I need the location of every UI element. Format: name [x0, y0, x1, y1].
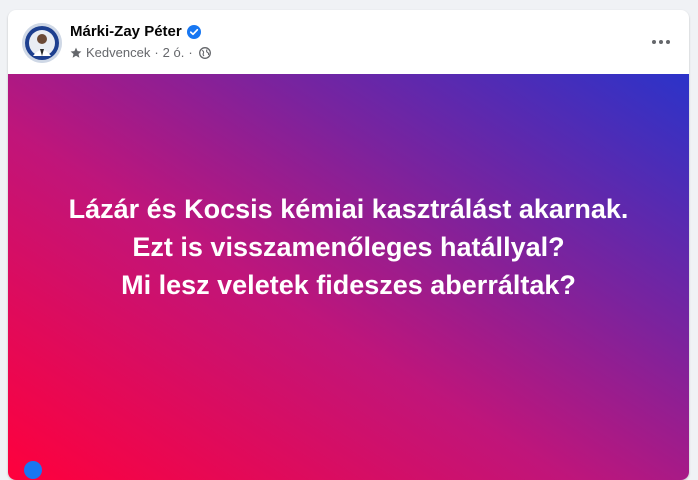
- next-item-avatar: [24, 461, 42, 479]
- post-meta: Kedvencek · 2 ó. ·: [70, 45, 211, 60]
- verified-badge-icon: [186, 24, 201, 39]
- post-header: Márki-Zay Péter Kedvencek · 2 ó. ·: [8, 10, 689, 74]
- more-options-icon: [652, 40, 670, 44]
- post-text-banner[interactable]: Lázár és Kocsis kémiai kasztrálást akarn…: [8, 74, 689, 480]
- author-avatar[interactable]: [22, 23, 62, 63]
- post-text-line: Mi lesz veletek fideszes aberráltak?: [121, 270, 576, 300]
- author-name[interactable]: Márki-Zay Péter: [70, 23, 182, 40]
- avatar-image: [22, 23, 62, 63]
- post-text-line: Lázár és Kocsis kémiai kasztrálást akarn…: [68, 194, 629, 224]
- post-card: Márki-Zay Péter Kedvencek · 2 ó. · Lázár…: [8, 10, 689, 480]
- meta-separator: ·: [188, 45, 193, 60]
- post-text: Lázár és Kocsis kémiai kasztrálást akarn…: [69, 190, 629, 304]
- more-options-button[interactable]: [643, 24, 679, 60]
- audience-label[interactable]: Kedvencek: [86, 45, 150, 60]
- post-text-line: Ezt is visszamenőleges hatállyal?: [132, 232, 565, 262]
- post-time[interactable]: 2 ó.: [163, 45, 185, 60]
- author-row: Márki-Zay Péter: [70, 23, 201, 40]
- globe-icon: [198, 46, 211, 59]
- star-icon: [70, 47, 82, 59]
- meta-separator: ·: [154, 45, 159, 60]
